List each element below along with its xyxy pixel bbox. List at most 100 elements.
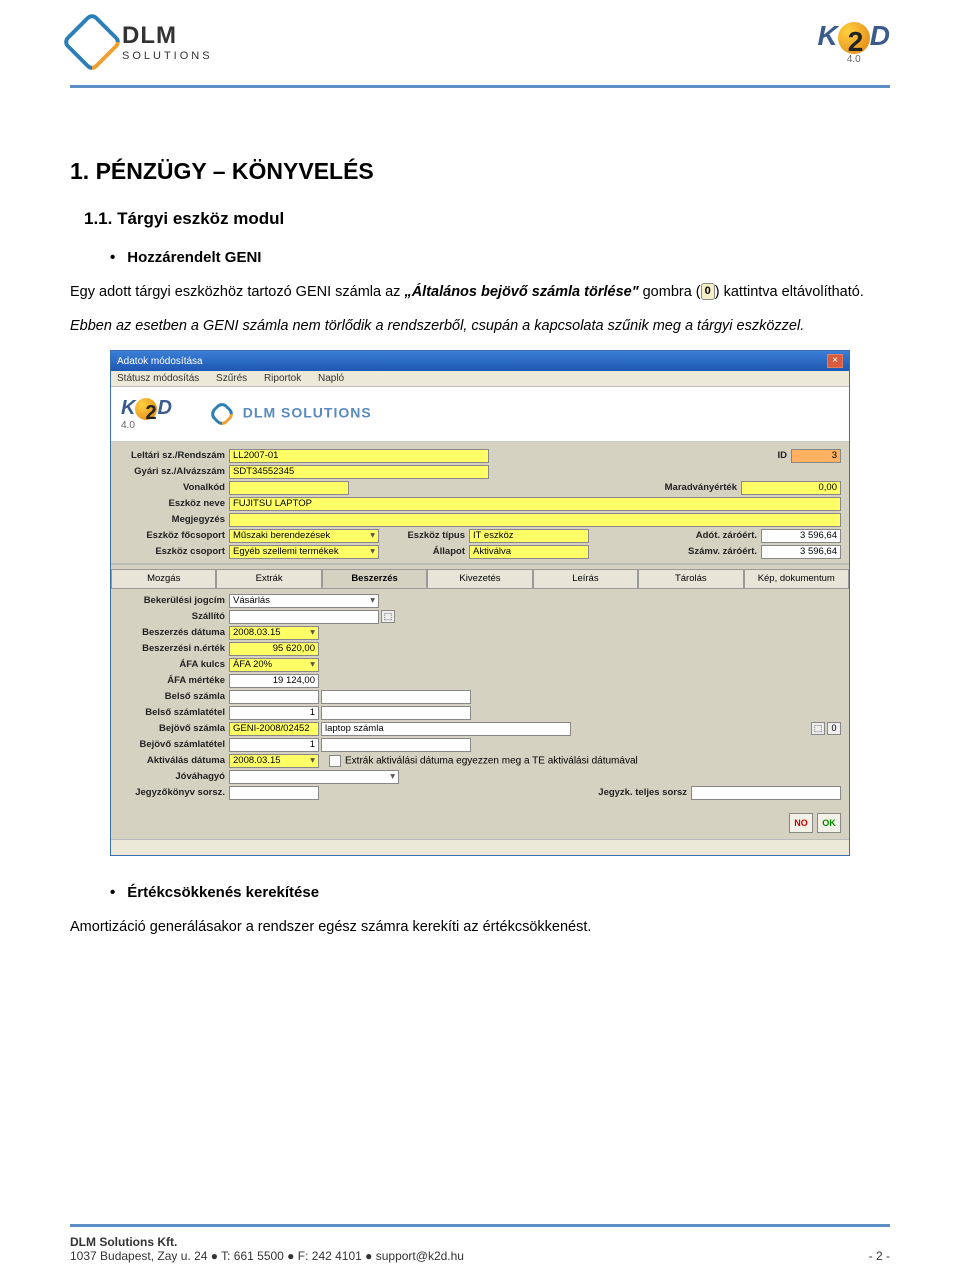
tab-leiras[interactable]: Leírás xyxy=(533,569,638,588)
input-bejtetel[interactable]: 1 xyxy=(229,738,319,752)
heading-1-1: 1.1. Tárgyi eszköz modul xyxy=(84,209,890,229)
input-bszamla[interactable] xyxy=(229,690,319,704)
page-header: DLM SOLUTIONS KD 4.0 xyxy=(70,20,890,88)
paragraph-2: Ebben az esetben a GENI számla nem törlő… xyxy=(70,316,890,336)
menu-item[interactable]: Státusz módosítás xyxy=(117,373,199,384)
tab-beszerzes[interactable]: Beszerzés xyxy=(322,569,427,588)
para1-bold: „Általános bejövő számla törlése" xyxy=(404,284,638,300)
footer-address: 1037 Budapest, Zay u. 24 ● T: 661 5500 ●… xyxy=(70,1249,464,1263)
k2d-ball-icon xyxy=(838,22,870,54)
para1-text-b: gombra ( xyxy=(639,284,701,300)
combo-jovahagyo[interactable] xyxy=(229,770,399,784)
label-szallito: Szállító xyxy=(119,611,229,622)
lookup-bejovo-button[interactable]: ⬚ xyxy=(811,722,825,735)
label-bejtetel: Bejövő számlatétel xyxy=(119,739,229,750)
ok-button[interactable]: OK xyxy=(817,813,841,833)
label-vonalkod: Vonalkód xyxy=(119,482,229,493)
tab-kivezetes[interactable]: Kivezetés xyxy=(427,569,532,588)
separator xyxy=(111,563,849,565)
label-tipus: Eszköz típus xyxy=(379,530,469,541)
checkbox-icon[interactable] xyxy=(329,755,341,767)
input-bejtetel-desc[interactable] xyxy=(321,738,471,752)
label-allapot: Állapot xyxy=(379,546,469,557)
input-adot[interactable]: 3 596,64 xyxy=(761,529,841,543)
app-window: Adatok módosítása × Státusz módosítás Sz… xyxy=(110,350,850,856)
input-bszamla-desc[interactable] xyxy=(321,690,471,704)
input-maradvany[interactable]: 0,00 xyxy=(741,481,841,495)
tab-kep[interactable]: Kép, dokumentum xyxy=(744,569,849,588)
label-afakulcs: ÁFA kulcs xyxy=(119,659,229,670)
bullet-hozzarendelt-geni: Hozzárendelt GENI xyxy=(110,249,890,266)
brand-row: KD 4.0 DLM SOLUTIONS xyxy=(111,387,849,442)
tab-tarolas[interactable]: Tárolás xyxy=(638,569,743,588)
close-icon[interactable]: × xyxy=(827,354,843,368)
delete-zero-icon: 0 xyxy=(701,283,715,300)
label-beszdat: Beszerzés dátuma xyxy=(119,627,229,638)
input-allapot[interactable]: Aktiválva xyxy=(469,545,589,559)
input-nert[interactable]: 95 620,00 xyxy=(229,642,319,656)
input-bejovo[interactable]: GENI-2008/02452 xyxy=(229,722,319,736)
no-button[interactable]: NO xyxy=(789,813,813,833)
menu-item[interactable]: Szűrés xyxy=(216,373,247,384)
k2d-ball-icon xyxy=(135,398,157,420)
window-title: Adatok módosítása xyxy=(117,356,203,367)
input-megj[interactable] xyxy=(229,513,841,527)
footer-company: DLM Solutions Kft. xyxy=(70,1235,464,1249)
label-gyari: Gyári sz./Alvázszám xyxy=(119,466,229,477)
input-szamv[interactable]: 3 596,64 xyxy=(761,545,841,559)
date-aktdat[interactable]: 2008.03.15 xyxy=(229,754,319,768)
label-jegyz: Jegyzőkönyv sorsz. xyxy=(119,787,229,798)
input-eszkoznev[interactable]: FUJITSU LAPTOP xyxy=(229,497,841,511)
date-beszdat[interactable]: 2008.03.15 xyxy=(229,626,319,640)
dlm-logo-subtext: SOLUTIONS xyxy=(122,50,213,62)
tab-extrak[interactable]: Extrák xyxy=(216,569,321,588)
input-szallito[interactable] xyxy=(229,610,379,624)
input-jegyz[interactable] xyxy=(229,786,319,800)
label-focs: Eszköz főcsoport xyxy=(119,530,229,541)
window-titlebar: Adatok módosítása × xyxy=(111,351,849,371)
label-bszamla: Belső számla xyxy=(119,691,229,702)
input-leltari[interactable]: LL2007-01 xyxy=(229,449,489,463)
dlm-logo-icon xyxy=(61,11,123,73)
dlm-small-icon xyxy=(208,400,236,428)
label-eszkoznev: Eszköz neve xyxy=(119,498,229,509)
delete-bejovo-button[interactable]: 0 xyxy=(827,722,841,735)
combo-afakulcs[interactable]: ÁFA 20% xyxy=(229,658,319,672)
label-aktdat: Aktiválás dátuma xyxy=(119,755,229,766)
paragraph-3: Amortizáció generálásakor a rendszer egé… xyxy=(70,917,890,937)
menubar: Státusz módosítás Szűrés Riportok Napló xyxy=(111,371,849,387)
combo-jogcim[interactable]: Vásárlás xyxy=(229,594,379,608)
k2d-logo: KD 4.0 xyxy=(818,20,890,65)
input-jegyz2[interactable] xyxy=(691,786,841,800)
tab-mozgas[interactable]: Mozgás xyxy=(111,569,216,588)
label-szamv: Számv. záróért. xyxy=(671,546,761,557)
input-btetel[interactable]: 1 xyxy=(229,706,319,720)
input-id[interactable]: 3 xyxy=(791,449,841,463)
label-id: ID xyxy=(761,450,791,461)
para1-text-a: Egy adott tárgyi eszközhöz tartozó GENI … xyxy=(70,284,404,300)
heading-1: 1. PÉNZÜGY – KÖNYVELÉS xyxy=(70,158,890,185)
page-footer: DLM Solutions Kft. 1037 Budapest, Zay u.… xyxy=(70,1224,890,1263)
label-maradvany: Maradványérték xyxy=(641,482,741,493)
input-vonalkod[interactable] xyxy=(229,481,349,495)
input-tipus[interactable]: IT eszköz xyxy=(469,529,589,543)
k2d-logo-text: KD xyxy=(818,20,890,51)
combo-cs[interactable]: Egyéb szellemi termékek xyxy=(229,545,379,559)
input-gyari[interactable]: SDT34552345 xyxy=(229,465,489,479)
input-btetel-desc[interactable] xyxy=(321,706,471,720)
form-area-upper: Leltári sz./Rendszám LL2007-01 ID 3 Gyár… xyxy=(111,442,849,807)
menu-item[interactable]: Napló xyxy=(318,373,344,384)
statusbar xyxy=(111,839,849,855)
brand-dlm: DLM SOLUTIONS xyxy=(212,404,372,424)
lookup-szallito-button[interactable]: ⬚ xyxy=(381,610,395,623)
combo-focs[interactable]: Műszaki berendezések xyxy=(229,529,379,543)
menu-item[interactable]: Riportok xyxy=(264,373,301,384)
input-afamert[interactable]: 19 124,00 xyxy=(229,674,319,688)
document-content: 1. PÉNZÜGY – KÖNYVELÉS 1.1. Tárgyi eszkö… xyxy=(70,88,890,938)
input-bejovo-desc[interactable]: laptop számla xyxy=(321,722,571,736)
label-jogcim: Bekerülési jogcím xyxy=(119,595,229,606)
checkbox-extrak-date[interactable]: Extrák aktiválási dátuma egyezzen meg a … xyxy=(329,755,638,767)
paragraph-1: Egy adott tárgyi eszközhöz tartozó GENI … xyxy=(70,282,890,302)
label-adot: Adót. záróért. xyxy=(671,530,761,541)
label-nert: Beszerzési n.érték xyxy=(119,643,229,654)
